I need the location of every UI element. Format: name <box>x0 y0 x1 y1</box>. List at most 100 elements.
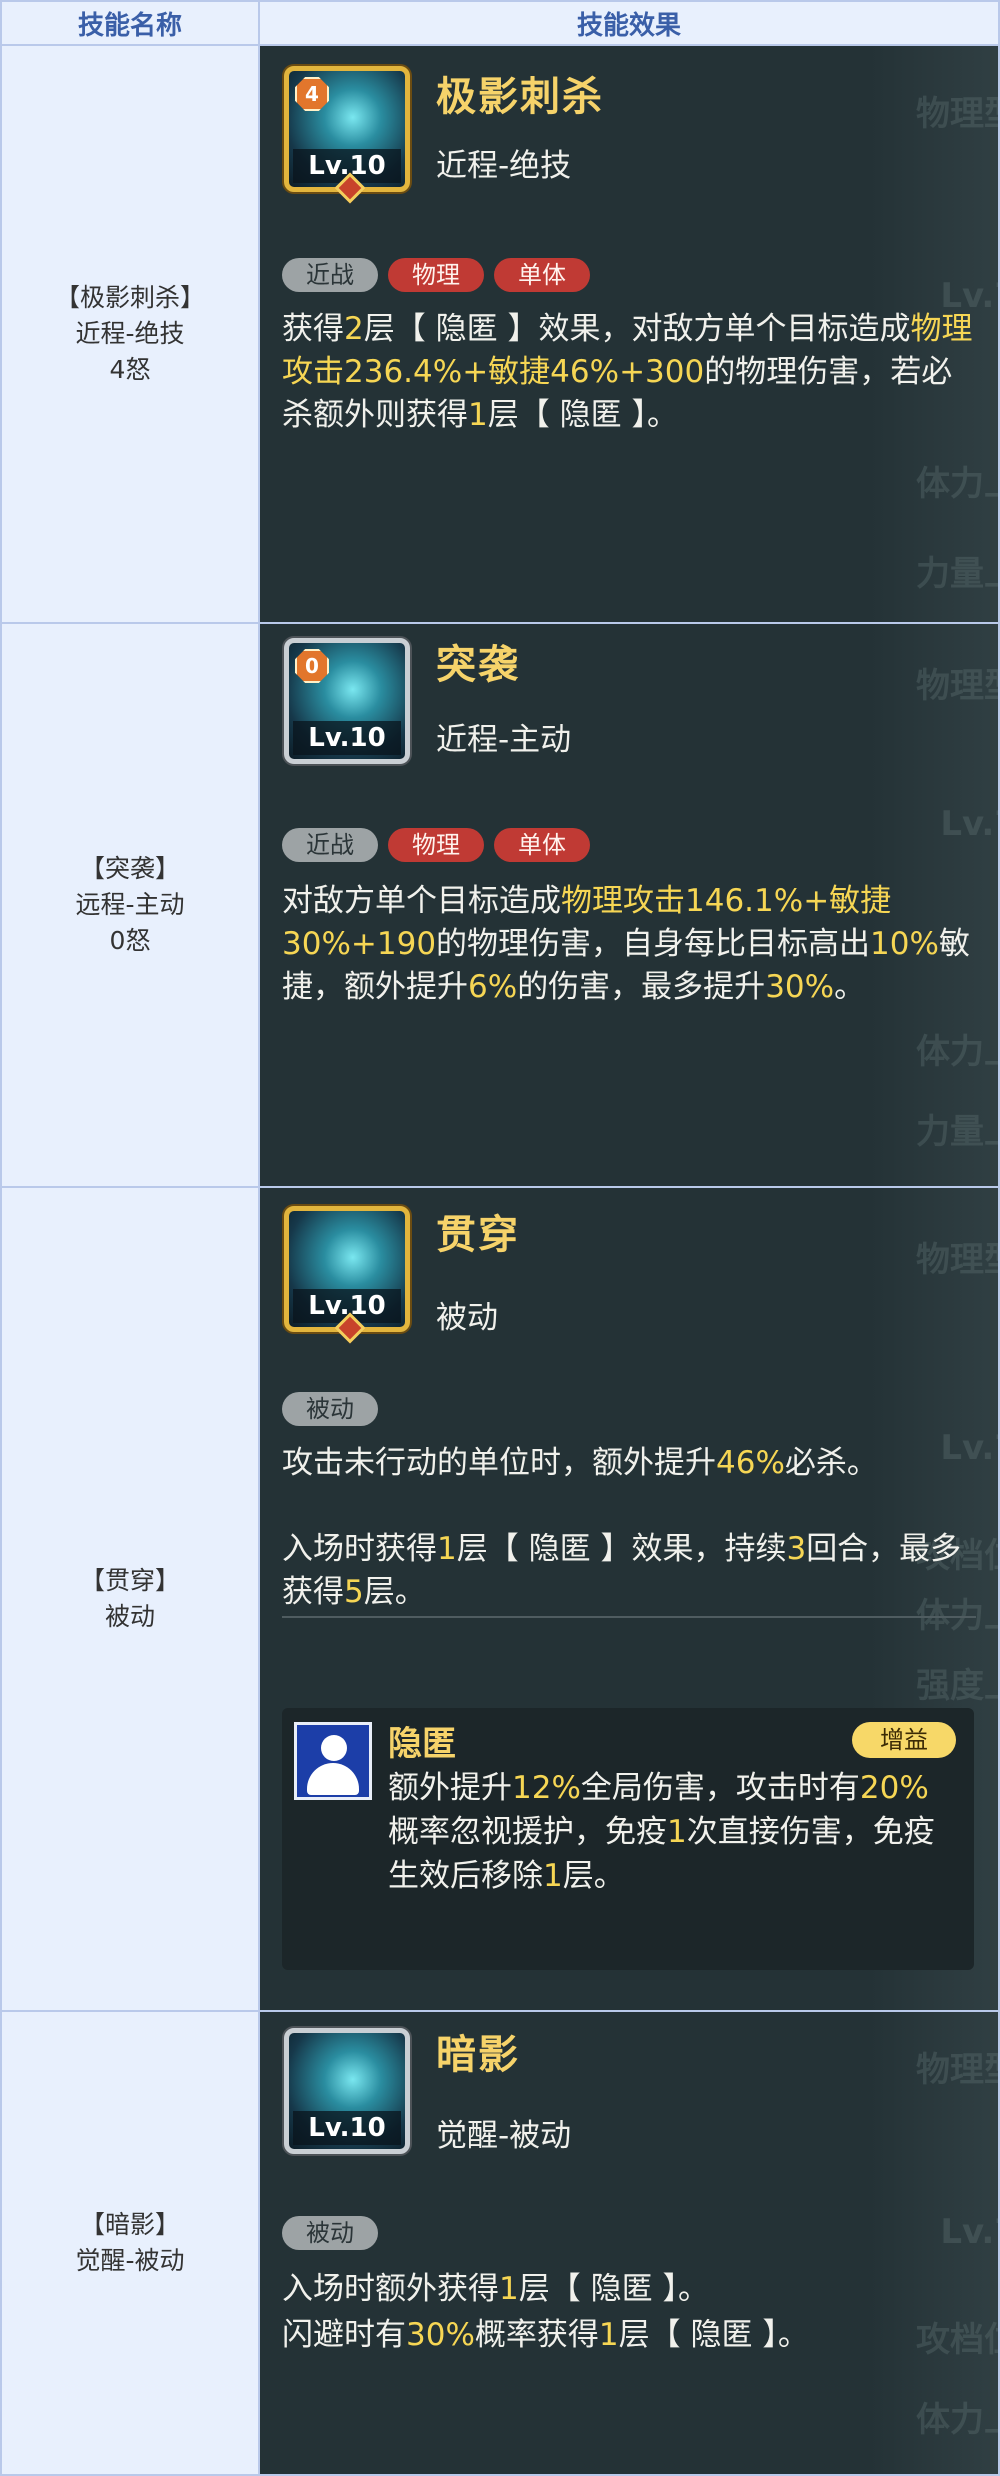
description-text: 入场时获得 <box>282 1531 437 1567</box>
stealth-buff-icon <box>294 1722 372 1800</box>
highlight-value: 30% <box>765 969 835 1005</box>
skill-description: 获得2层【 隐匿 】效果，对敌方单个目标造成物理攻击236.4%+敏捷46%+3… <box>282 308 982 437</box>
description-text: 额外提升 <box>388 1770 512 1806</box>
highlight-value: 2 <box>344 311 364 347</box>
dark-shadow-icon: Lv.10 <box>284 2028 410 2154</box>
highlight-value: 12% <box>512 1770 581 1806</box>
skill-name-label: 【突袭】 <box>79 854 180 883</box>
skill-cost-label: 4怒 <box>109 355 151 384</box>
skill-effect-panel: 物理型 Lv.7 体力上 力量上 4 Lv.10 极影刺杀 近程-绝技 近战 物… <box>258 44 1000 624</box>
highlight-value: 10% <box>870 926 939 962</box>
skill-type: 近程-主动 <box>436 722 572 758</box>
highlight-value: 5 <box>344 1574 364 1610</box>
buff-type-badge: 增益 <box>852 1722 956 1758</box>
skill-effect-panel: 物理型 Lv.7 体力上 力量上 0 Lv.10 突袭 近程-主动 近战 物理 … <box>258 622 1000 1188</box>
buff-name: 隐匿 <box>388 1724 456 1764</box>
description-text: 层【 隐匿 】。 <box>518 2271 709 2307</box>
highlight-value: 30% <box>406 2317 475 2353</box>
skill-description: 入场时额外获得1层【 隐匿 】。 <box>282 2268 982 2311</box>
highlight-value: 1 <box>499 2271 519 2307</box>
highlight-value: 1 <box>598 2317 619 2353</box>
skill-name-label: 【暗影】 <box>79 2210 180 2239</box>
raid-icon: 0 Lv.10 <box>284 638 410 764</box>
background-ghost-text: 体力上 <box>916 1032 998 1072</box>
description-text: 的伤害，最多提升 <box>517 969 766 1005</box>
column-header-skill-effect: 技能效果 <box>258 0 1000 46</box>
skill-description: 攻击未行动的单位时，额外提升46%必杀。 <box>282 1442 982 1485</box>
background-ghost-text: 力量上 <box>916 1112 998 1152</box>
skill-type-label: 近程-绝技 <box>75 319 185 348</box>
skill-name-label: 【极影刺杀】 <box>54 283 205 312</box>
tag-passive: 被动 <box>282 2216 378 2250</box>
skill-name-cell: 【暗影】 觉醒-被动 <box>0 2010 260 2476</box>
skill-level: Lv.10 <box>293 721 401 755</box>
highlight-value: 1 <box>543 1858 563 1894</box>
tag-single-target: 单体 <box>494 258 590 292</box>
pierce-icon: Lv.10 <box>284 1206 410 1344</box>
skill-name-cell: 【极影刺杀】 近程-绝技 4怒 <box>0 44 260 624</box>
skill-title: 暗影 <box>436 2032 520 2078</box>
divider <box>282 1616 976 1618</box>
description-text: 层。 <box>363 1574 426 1610</box>
description-text: 概率忽视援护，免疫 <box>388 1814 667 1850</box>
description-text: 层【 隐匿 】效果，对敌方单个目标造成 <box>363 311 911 347</box>
description-text: 。 <box>834 969 866 1005</box>
background-ghost-text: 体力上 <box>916 2400 998 2440</box>
description-text: 的物理伤害，自身每比目标高出 <box>436 926 871 962</box>
background-ghost-text: 力量上 <box>916 554 998 594</box>
highlight-value: 20% <box>859 1770 929 1806</box>
description-text: 层【 隐匿 】。 <box>487 397 678 433</box>
background-ghost-text: 物理型 <box>916 94 998 134</box>
tag-melee: 近战 <box>282 258 378 292</box>
skill-tags: 被动 <box>282 1392 378 1426</box>
skill-name-cell: 【突袭】 远程-主动 0怒 <box>0 622 260 1188</box>
skill-name-label: 【贯穿】 <box>79 1566 180 1595</box>
tag-melee: 近战 <box>282 828 378 862</box>
skill-type: 近程-绝技 <box>436 148 572 184</box>
tag-passive: 被动 <box>282 1392 378 1426</box>
skill-level: Lv.10 <box>293 2111 401 2145</box>
skill-name-cell: 【贯穿】 被动 <box>0 1186 260 2012</box>
background-ghost-text: 强度上 <box>916 1666 998 1706</box>
background-ghost-text: Lv.7 <box>940 804 998 844</box>
highlight-value: 3 <box>786 1531 807 1567</box>
buff-card: 隐匿 增益 额外提升12%全局伤害，攻击时有20%概率忽视援护，免疫1次直接伤害… <box>282 1708 974 1970</box>
highlight-value: 1 <box>468 397 488 433</box>
description-text: 层。 <box>562 1858 625 1894</box>
tag-physical: 物理 <box>388 828 484 862</box>
skill-cost-label: 0怒 <box>109 926 151 955</box>
buff-description: 额外提升12%全局伤害，攻击时有20%概率忽视援护，免疫1次直接伤害，免疫生效后… <box>388 1766 948 1898</box>
skill-effect-panel: 物理型 Lv.7 攻档位 体力上 强度上 Lv.10 贯穿 被动 被动 攻击未行… <box>258 1186 1000 2012</box>
highlight-value: 6% <box>468 969 518 1005</box>
description-text: 层【 隐匿 】。 <box>618 2317 809 2353</box>
background-ghost-text: Lv.7 <box>940 2212 998 2252</box>
highlight-value: 1 <box>667 1814 687 1850</box>
skill-table: 技能名称 技能效果 【极影刺杀】 近程-绝技 4怒 物理型 Lv.7 体力上 力… <box>0 0 1000 2476</box>
shadow-strike-icon: 4 Lv.10 <box>284 66 410 204</box>
skill-type: 觉醒-被动 <box>436 2118 572 2154</box>
skill-title: 极影刺杀 <box>436 74 604 120</box>
highlight-value: 1 <box>437 1531 457 1567</box>
tag-single-target: 单体 <box>494 828 590 862</box>
description-text: 获得 <box>282 311 344 347</box>
skill-type: 被动 <box>436 1300 498 1336</box>
skill-effect-panel: 物理型 Lv.7 攻档位 体力上 Lv.10 暗影 觉醒-被动 被动 入场时额外… <box>258 2010 1000 2476</box>
skill-type-label: 觉醒-被动 <box>75 2246 185 2275</box>
description-text: 概率获得 <box>474 2317 599 2353</box>
rage-cost-badge: 0 <box>295 649 329 683</box>
skill-tags: 被动 <box>282 2216 378 2250</box>
skill-title: 突袭 <box>436 642 520 688</box>
skill-tags: 近战 物理 单体 <box>282 828 590 862</box>
skill-description: 对敌方单个目标造成物理攻击146.1%+敏捷30%+190的物理伤害，自身每比目… <box>282 880 982 1009</box>
background-ghost-text: 体力上 <box>916 464 998 504</box>
column-header-skill-name: 技能名称 <box>0 0 260 46</box>
skill-type-label: 远程-主动 <box>75 890 185 919</box>
tag-physical: 物理 <box>388 258 484 292</box>
highlight-value: 46% <box>716 1445 785 1481</box>
skill-title: 贯穿 <box>436 1212 520 1258</box>
skill-type-label: 被动 <box>104 1602 155 1631</box>
background-ghost-text: 物理型 <box>916 1240 998 1280</box>
rage-cost-badge: 4 <box>295 77 329 111</box>
description-text: 对敌方单个目标造成 <box>282 883 561 919</box>
description-text: 层【 隐匿 】效果，持续 <box>456 1531 787 1567</box>
